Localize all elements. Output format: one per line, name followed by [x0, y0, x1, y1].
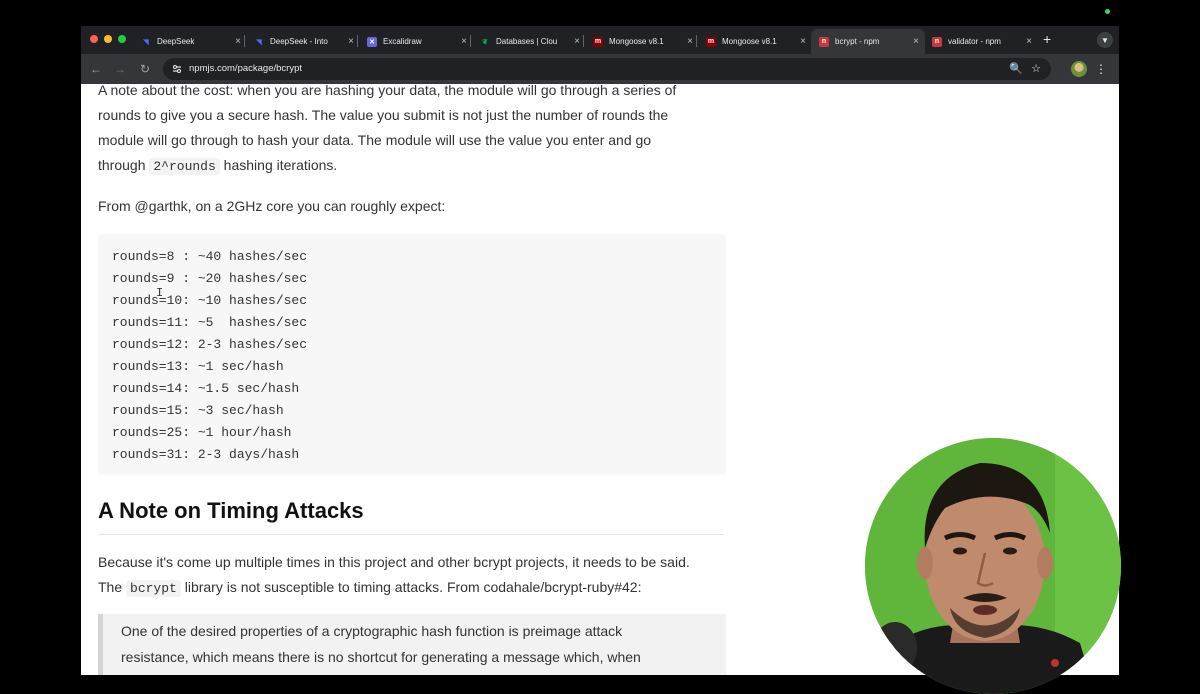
mongoose-icon: m: [706, 36, 716, 47]
browser-tab[interactable]: m Mongoose v8.1 ×: [698, 29, 812, 54]
code-line: rounds=11: ~5 hashes/sec: [112, 315, 308, 330]
npm-icon: n: [932, 36, 942, 47]
browser-toolbar: ← → ↻ npmjs.com/package/bcrypt 🔍 ☆ ⋮: [81, 54, 1119, 84]
presenter-face-image: [865, 438, 1121, 694]
preimage-blockquote: One of the desired properties of a crypt…: [98, 614, 726, 675]
timing-attacks-heading: A Note on Timing Attacks: [98, 494, 724, 535]
arrow-left-icon: ←: [90, 62, 102, 76]
tab-close-icon[interactable]: ×: [461, 36, 467, 47]
recording-indicator: [1105, 9, 1110, 14]
cost-note-line: module will go through to hash your data…: [98, 132, 652, 148]
timing-line: Because it's come up multiple times in t…: [98, 554, 690, 570]
text-cursor-icon: I: [156, 286, 164, 300]
tab-title: Mongoose v8.1: [722, 37, 777, 46]
screen-recording: ◥ DeepSeek × ◥ DeepSeek - Into × ✕ Excalidraw × ❦…: [0, 0, 1200, 694]
tab-separator: [696, 35, 697, 47]
quote-line: resistance, which means there is no shor…: [121, 649, 641, 665]
code-line: rounds=8 : ~40 hashes/sec: [112, 249, 308, 264]
tab-search-button[interactable]: ▼: [1097, 32, 1113, 48]
cost-note-line: rounds to give you a secure hash. The va…: [98, 107, 669, 123]
url-text: npmjs.com/package/bcrypt: [189, 63, 302, 74]
tab-title: Databases | Clou: [496, 37, 558, 46]
timing-line: The bcrypt library is not susceptible to…: [98, 575, 738, 601]
site-info-icon[interactable]: [171, 63, 183, 75]
mongoose-icon: m: [593, 36, 603, 47]
garthk-paragraph: From @garthk, on a 2GHz core you can rou…: [98, 198, 446, 214]
tab-separator: [583, 35, 584, 47]
browser-tab[interactable]: n validator - npm ×: [924, 29, 1038, 54]
inline-code: bcrypt: [126, 580, 181, 597]
forward-button[interactable]: →: [112, 61, 128, 77]
code-line: rounds=25: ~1 hour/hash: [112, 425, 292, 440]
text: hashing iterations.: [219, 157, 338, 173]
code-line: rounds=14: ~1.5 sec/hash: [112, 381, 300, 396]
tab-title: bcrypt - npm: [835, 37, 880, 46]
tab-close-icon[interactable]: ×: [348, 36, 354, 47]
profile-avatar[interactable]: [1071, 61, 1087, 77]
tab-close-icon[interactable]: ×: [913, 36, 919, 47]
tab-title: validator - npm: [948, 37, 1001, 46]
text: through: [98, 157, 150, 173]
quote-line: One of the desired properties of a crypt…: [121, 623, 623, 639]
reload-button[interactable]: ↻: [137, 61, 153, 77]
code-line: rounds=13: ~1 sec/hash: [112, 359, 284, 374]
timing-paragraph: Because it's come up multiple times in t…: [98, 550, 738, 601]
tab-separator: [357, 35, 358, 47]
npm-icon: n: [819, 36, 829, 47]
maximize-window-button[interactable]: [118, 35, 126, 43]
tab-strip: ◥ DeepSeek × ◥ DeepSeek - Into × ✕ Excalidraw × ❦…: [81, 26, 1119, 54]
inline-code: 2^rounds: [149, 158, 220, 175]
tab-close-icon[interactable]: ×: [574, 36, 580, 47]
cost-note-line: A note about the cost: when you are hash…: [98, 84, 677, 98]
browser-tab[interactable]: m Mongoose v8.1 ×: [585, 29, 699, 54]
text: The: [98, 579, 127, 595]
browser-tab[interactable]: n bcrypt - npm ×: [811, 29, 925, 54]
browser-tab[interactable]: ◥ DeepSeek ×: [133, 29, 247, 54]
chevron-down-icon: ▼: [1101, 35, 1109, 45]
browser-tab[interactable]: ❦ Databases | Clou ×: [472, 29, 586, 54]
tab-separator: [244, 35, 245, 47]
close-window-button[interactable]: [90, 35, 98, 43]
tab-close-icon[interactable]: ×: [687, 36, 693, 47]
tab-title: DeepSeek - Into: [270, 37, 328, 46]
tab-title: DeepSeek: [157, 37, 195, 46]
deepseek-whale-icon: ◥: [143, 38, 149, 46]
tab-close-icon[interactable]: ×: [235, 36, 241, 47]
text: library is not susceptible to timing att…: [180, 579, 642, 595]
code-line: rounds=15: ~3 sec/hash: [112, 403, 284, 418]
bookmark-star-icon[interactable]: ☆: [1029, 62, 1043, 76]
back-button[interactable]: ←: [88, 61, 104, 77]
tab-separator: [470, 35, 471, 47]
code-line: rounds=10: ~10 hashes/sec: [112, 293, 308, 308]
mongodb-leaf-icon: ❦: [482, 38, 488, 46]
tab-title: Excalidraw: [383, 37, 422, 46]
minimize-window-button[interactable]: [104, 35, 112, 43]
new-tab-button[interactable]: +: [1043, 32, 1051, 46]
reload-icon: ↻: [139, 62, 151, 76]
rounds-code-block: rounds=8 : ~40 hashes/sec rounds=9 : ~20 …: [98, 234, 726, 475]
deepseek-whale-icon: ◥: [256, 38, 262, 46]
browser-tab[interactable]: ◥ DeepSeek - Into ×: [246, 29, 360, 54]
code-line: rounds=9 : ~20 hashes/sec: [112, 271, 308, 286]
code-line: rounds=31: 2-3 days/hash: [112, 447, 300, 462]
excalidraw-icon: ✕: [367, 36, 377, 47]
arrow-right-icon: →: [114, 62, 126, 76]
tab-close-icon[interactable]: ×: [1026, 36, 1032, 47]
webcam-overlay: [865, 438, 1121, 694]
code-line: rounds=12: 2-3 hashes/sec: [112, 337, 308, 352]
cost-note-paragraph: A note about the cost: when you are hash…: [98, 84, 728, 179]
zoom-icon[interactable]: 🔍: [1009, 62, 1023, 76]
browser-tab[interactable]: ✕ Excalidraw ×: [359, 29, 473, 54]
cost-note-line: through 2^rounds hashing iterations.: [98, 153, 728, 179]
tab-title: Mongoose v8.1: [609, 37, 664, 46]
browser-menu-icon[interactable]: ⋮: [1095, 61, 1107, 77]
tab-close-icon[interactable]: ×: [800, 36, 806, 47]
address-bar[interactable]: npmjs.com/package/bcrypt 🔍 ☆: [163, 58, 1051, 80]
